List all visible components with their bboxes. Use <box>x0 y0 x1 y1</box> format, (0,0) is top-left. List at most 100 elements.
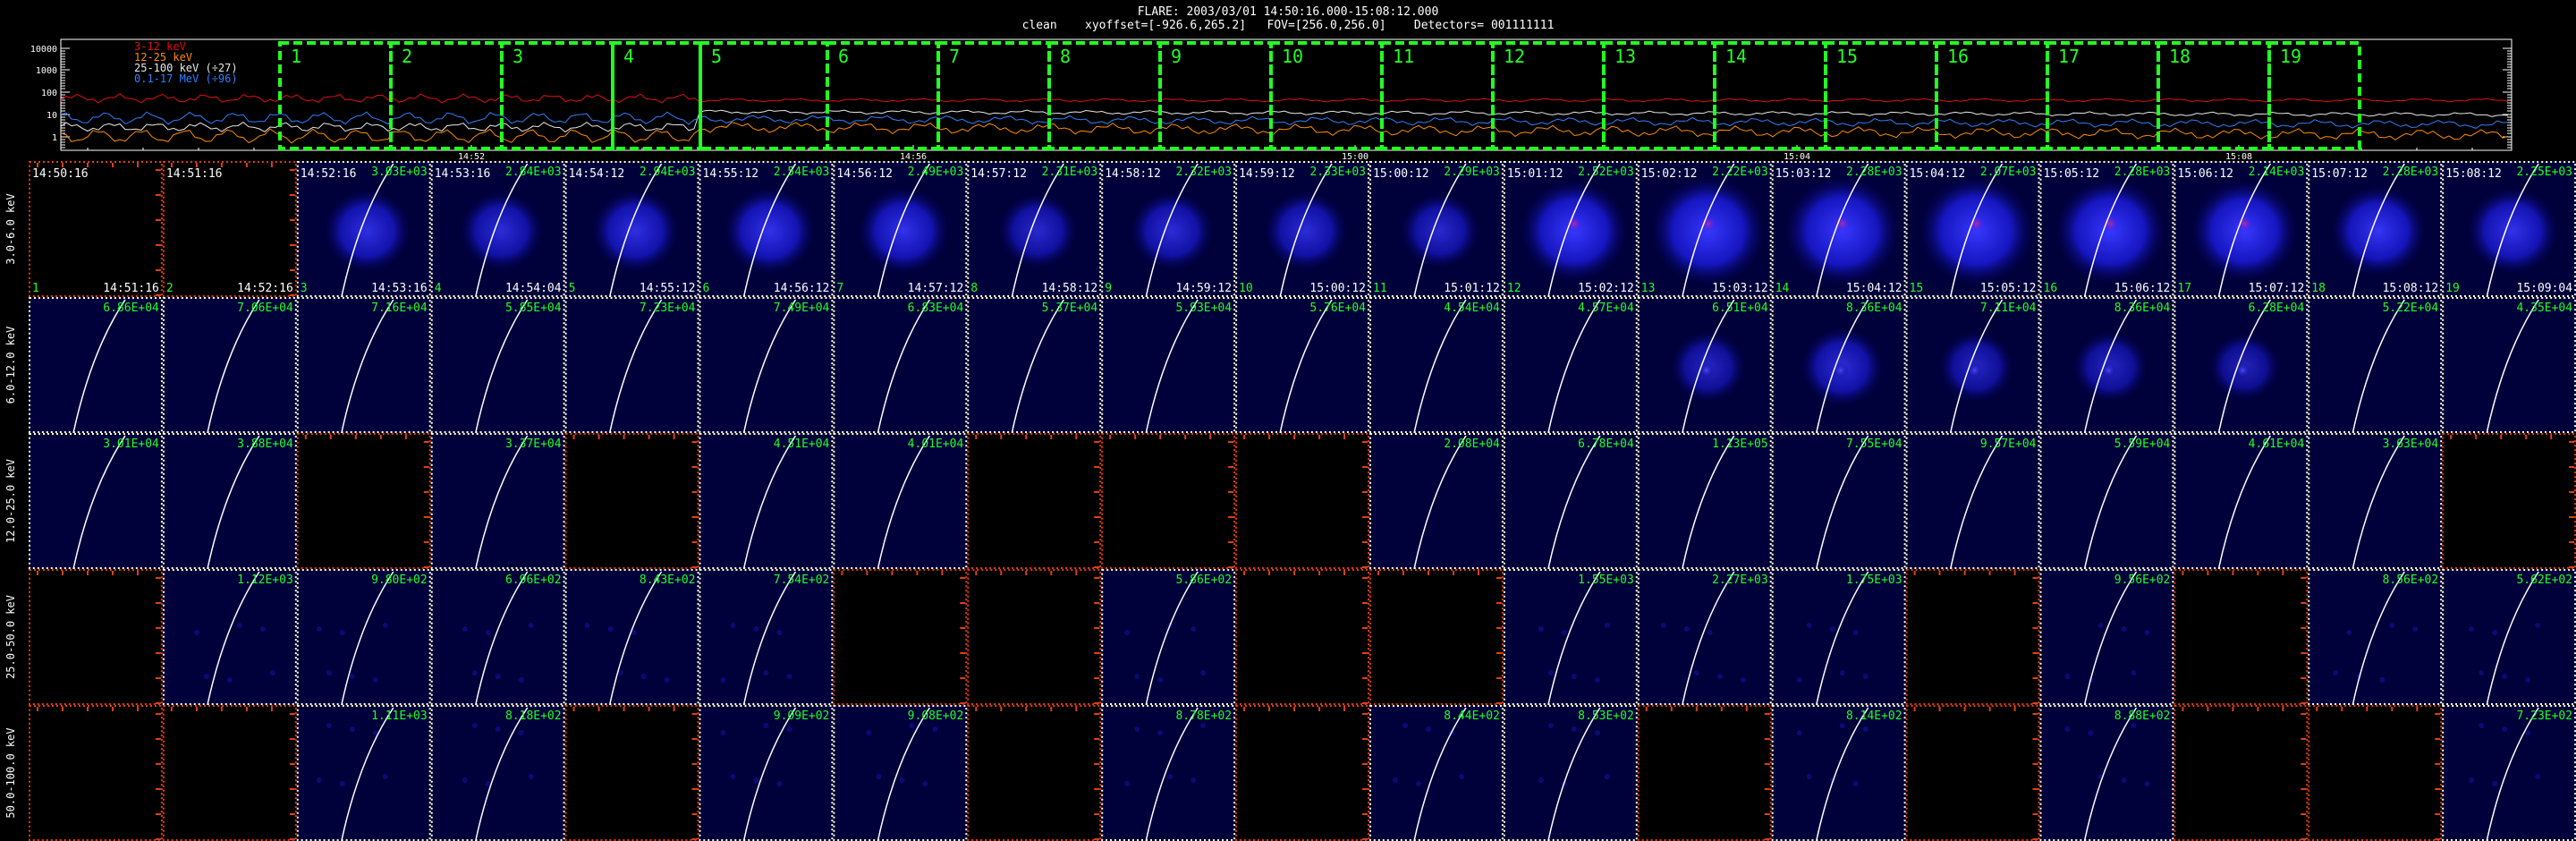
image-cell[interactable]: 6.51E+04 <box>1637 297 1772 434</box>
image-cell[interactable] <box>1235 705 1369 841</box>
image-cell[interactable]: 9.57E+04 <box>1905 433 2040 570</box>
image-cell[interactable]: 1.11E+03 <box>296 705 431 841</box>
image-cell[interactable]: 8.18E+02 <box>430 705 565 841</box>
image-cell[interactable]: 2.29E+03 15:00:12 15:01:12 11 <box>1369 161 1504 298</box>
image-cell[interactable]: 3.37E+04 <box>430 433 565 570</box>
interval-start-time: 15:08:12 <box>2445 167 2502 181</box>
image-cell[interactable]: 5.37E+04 <box>967 297 1102 434</box>
image-cell[interactable] <box>1369 569 1504 705</box>
image-cell[interactable] <box>1905 569 2040 705</box>
image-cell[interactable]: 4.61E+04 <box>2174 433 2309 570</box>
image-cell[interactable]: 3.63E+04 <box>2308 433 2443 570</box>
image-cell[interactable]: 7.49E+04 <box>699 297 834 434</box>
image-cell[interactable]: 5.93E+04 <box>1101 297 1236 434</box>
image-cell[interactable]: 1.55E+03 <box>1503 569 1638 706</box>
image-cell[interactable]: 5.62E+02 <box>2442 569 2576 706</box>
image-cell[interactable]: 3.01E+04 <box>29 433 163 570</box>
image-cell[interactable] <box>162 705 297 841</box>
image-cell[interactable]: 2.08E+04 <box>1369 433 1504 570</box>
image-cell[interactable]: 7.16E+04 <box>296 297 431 434</box>
image-cell[interactable] <box>2174 569 2309 705</box>
image-peak-value: 2.52E+03 <box>1578 166 1634 179</box>
image-cell[interactable]: 7.54E+02 <box>699 569 834 706</box>
image-cell[interactable]: 3.88E+04 <box>162 433 297 570</box>
image-cell[interactable]: 7.23E+04 <box>564 297 699 434</box>
image-cell[interactable]: 2.49E+03 14:56:12 14:57:12 7 <box>833 161 968 298</box>
image-cell[interactable] <box>564 705 699 841</box>
image-cell[interactable]: 3.03E+03 14:52:16 14:53:16 3 <box>296 161 431 298</box>
image-cell[interactable]: 9.08E+02 <box>833 705 968 841</box>
image-cell[interactable]: 1.75E+03 <box>1771 569 1906 706</box>
image-cell[interactable]: 2.28E+03 15:05:12 15:06:12 16 <box>2039 161 2174 298</box>
image-cell[interactable] <box>1637 705 1772 841</box>
image-cell[interactable]: 9.56E+02 <box>2039 569 2174 706</box>
interval-start-time: 15:01:12 <box>1507 167 1563 181</box>
image-cell[interactable] <box>1235 569 1369 705</box>
image-cell[interactable]: 2.28E+03 15:07:12 15:08:12 18 <box>2308 161 2443 298</box>
image-cell[interactable]: 8.43E+02 <box>564 569 699 706</box>
image-cell[interactable]: 8.78E+02 <box>1101 705 1236 841</box>
image-cell[interactable]: 8.88E+02 <box>2039 705 2174 841</box>
image-cell[interactable]: 7.06E+04 <box>162 297 297 434</box>
noise-speck <box>1839 670 1845 675</box>
image-cell[interactable]: 5.59E+04 <box>2039 433 2174 570</box>
image-cell[interactable]: 2.52E+03 15:01:12 15:02:12 12 <box>1503 161 1638 298</box>
image-cell[interactable]: 2.84E+03 14:53:16 14:54:04 4 <box>430 161 565 298</box>
image-cell[interactable]: 6.28E+04 <box>2174 297 2309 434</box>
image-cell[interactable]: 2.54E+03 14:55:12 14:56:12 6 <box>699 161 834 298</box>
image-cell[interactable]: 8.44E+02 <box>1369 705 1504 841</box>
image-cell[interactable]: 1.12E+03 <box>162 569 297 706</box>
source-emission <box>996 191 1079 270</box>
image-cell[interactable]: 6.83E+04 <box>833 297 968 434</box>
image-cell[interactable]: 8.14E+02 <box>1771 705 1906 841</box>
image-cell[interactable] <box>296 433 431 569</box>
image-cell[interactable] <box>833 569 968 705</box>
image-cell[interactable]: 5.85E+04 <box>430 297 565 434</box>
image-cell[interactable]: 2.31E+03 14:57:12 14:58:12 8 <box>967 161 1102 298</box>
image-cell[interactable] <box>2442 433 2576 569</box>
image-cell[interactable]: 9.09E+02 <box>699 705 834 841</box>
image-cell[interactable]: 2.33E+03 14:59:12 15:00:12 10 <box>1235 161 1369 298</box>
image-cell[interactable] <box>29 569 163 705</box>
image-cell[interactable]: 2.94E+03 14:54:12 14:55:12 5 <box>564 161 699 298</box>
image-cell[interactable]: 7.55E+04 <box>1771 433 1906 570</box>
image-cell[interactable]: 4.54E+04 <box>1369 297 1504 434</box>
image-cell[interactable] <box>1905 705 2040 841</box>
image-cell[interactable]: 9.80E+02 <box>296 569 431 706</box>
image-cell[interactable] <box>564 433 699 569</box>
image-cell[interactable]: 8.56E+02 <box>2308 569 2443 706</box>
image-cell[interactable]: 4.57E+04 <box>1503 297 1638 434</box>
image-cell[interactable] <box>967 569 1102 705</box>
image-cell[interactable]: 4.35E+04 <box>2442 297 2576 434</box>
image-cell[interactable]: 2.28E+03 15:03:12 15:04:12 14 <box>1771 161 1906 298</box>
image-cell[interactable]: 2.27E+03 <box>1637 569 1772 706</box>
image-cell[interactable] <box>967 433 1102 569</box>
image-cell[interactable]: 14:50:16 14:51:16 1 <box>29 161 163 297</box>
image-cell[interactable]: 2.25E+03 15:08:12 15:09:04 19 <box>2442 161 2576 298</box>
image-cell[interactable]: 2.14E+03 15:06:12 15:07:12 17 <box>2174 161 2309 298</box>
image-cell[interactable]: 8.53E+02 <box>1503 705 1638 841</box>
image-cell[interactable]: 4.01E+04 <box>833 433 968 570</box>
image-cell[interactable]: 2.22E+03 15:02:12 15:03:12 13 <box>1637 161 1772 298</box>
image-cell[interactable] <box>1101 433 1236 569</box>
image-cell[interactable]: 6.86E+04 <box>29 297 163 434</box>
image-cell[interactable]: 6.78E+04 <box>1503 433 1638 570</box>
image-cell[interactable] <box>2308 705 2443 841</box>
image-cell[interactable]: 2.32E+03 14:58:12 14:59:12 9 <box>1101 161 1236 298</box>
image-cell[interactable] <box>2174 705 2309 841</box>
image-cell[interactable] <box>29 705 163 841</box>
image-cell[interactable]: 5.86E+02 <box>1101 569 1236 706</box>
image-cell[interactable]: 5.22E+04 <box>2308 297 2443 434</box>
image-cell[interactable] <box>967 705 1102 841</box>
image-cell[interactable]: 1.13E+05 <box>1637 433 1772 570</box>
image-cell[interactable]: 2.07E+03 15:04:12 15:05:12 15 <box>1905 161 2040 298</box>
image-cell[interactable]: 7.11E+04 <box>1905 297 2040 434</box>
image-cell[interactable] <box>1235 433 1369 569</box>
image-cell[interactable]: 5.76E+04 <box>1235 297 1369 434</box>
image-cell[interactable]: 6.96E+02 <box>430 569 565 706</box>
image-cell[interactable]: 4.51E+04 <box>699 433 834 570</box>
image-cell[interactable]: 8.36E+04 <box>1771 297 1906 434</box>
image-cell[interactable]: 14:51:16 14:52:16 2 <box>162 161 297 297</box>
image-cell[interactable]: 7.23E+02 <box>2442 705 2576 841</box>
image-cell[interactable]: 8.36E+04 <box>2039 297 2174 434</box>
